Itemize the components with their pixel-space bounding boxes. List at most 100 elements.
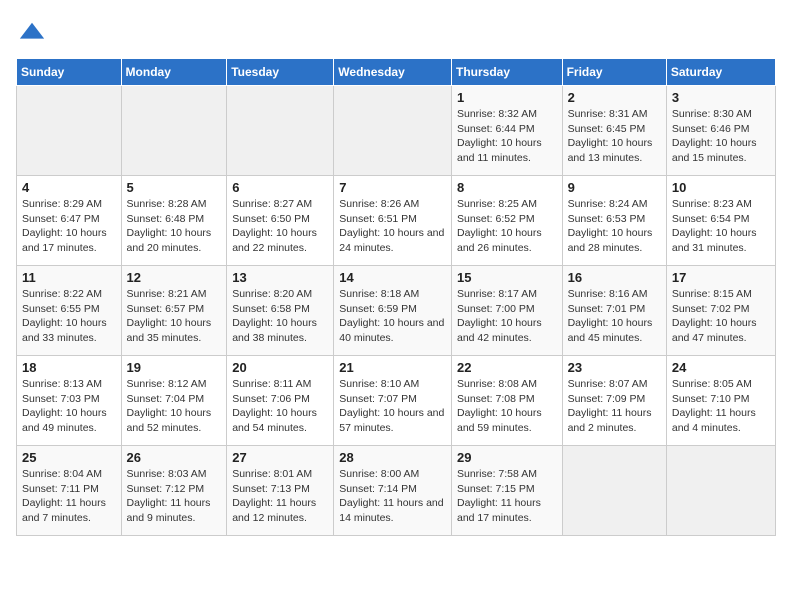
- day-info: Sunrise: 8:10 AM Sunset: 7:07 PM Dayligh…: [339, 377, 446, 436]
- day-info: Sunrise: 8:13 AM Sunset: 7:03 PM Dayligh…: [22, 377, 116, 436]
- day-number: 9: [568, 180, 661, 195]
- day-info: Sunrise: 8:03 AM Sunset: 7:12 PM Dayligh…: [127, 467, 222, 526]
- day-number: 13: [232, 270, 328, 285]
- day-info: Sunrise: 8:30 AM Sunset: 6:46 PM Dayligh…: [672, 107, 770, 166]
- header: [16, 16, 776, 48]
- day-info: Sunrise: 8:05 AM Sunset: 7:10 PM Dayligh…: [672, 377, 770, 436]
- day-cell: [227, 86, 334, 176]
- day-cell: 18 Sunrise: 8:13 AM Sunset: 7:03 PM Dayli…: [17, 356, 122, 446]
- day-number: 16: [568, 270, 661, 285]
- day-cell: 15Sunrise: 8:17 AM Sunset: 7:00 PM Dayli…: [451, 266, 562, 356]
- day-info: Sunrise: 8:20 AM Sunset: 6:58 PM Dayligh…: [232, 287, 328, 346]
- day-info: Sunrise: 8:00 AM Sunset: 7:14 PM Dayligh…: [339, 467, 446, 526]
- week-row-1: 4 Sunrise: 8:29 AM Sunset: 6:47 PM Daylig…: [17, 176, 776, 266]
- day-cell: 22 Sunrise: 8:08 AM Sunset: 7:08 PM Dayli…: [451, 356, 562, 446]
- day-number: 1: [457, 90, 557, 105]
- day-number: 6: [232, 180, 328, 195]
- day-cell: 25 Sunrise: 8:04 AM Sunset: 7:11 PM Dayli…: [17, 446, 122, 536]
- calendar-header: SundayMondayTuesdayWednesdayThursdayFrid…: [17, 59, 776, 86]
- day-info: Sunrise: 8:28 AM Sunset: 6:48 PM Dayligh…: [127, 197, 222, 256]
- day-info: Sunrise: 8:15 AM Sunset: 7:02 PM Dayligh…: [672, 287, 770, 346]
- day-info: Sunrise: 8:26 AM Sunset: 6:51 PM Dayligh…: [339, 197, 446, 256]
- day-cell: [666, 446, 775, 536]
- day-info: Sunrise: 8:12 AM Sunset: 7:04 PM Dayligh…: [127, 377, 222, 436]
- day-info: Sunrise: 8:25 AM Sunset: 6:52 PM Dayligh…: [457, 197, 557, 256]
- day-info: Sunrise: 8:21 AM Sunset: 6:57 PM Dayligh…: [127, 287, 222, 346]
- day-number: 25: [22, 450, 116, 465]
- day-info: Sunrise: 8:22 AM Sunset: 6:55 PM Dayligh…: [22, 287, 116, 346]
- logo-icon: [18, 20, 46, 48]
- day-number: 10: [672, 180, 770, 195]
- day-cell: [334, 86, 452, 176]
- day-info: Sunrise: 7:58 AM Sunset: 7:15 PM Dayligh…: [457, 467, 557, 526]
- day-cell: 11 Sunrise: 8:22 AM Sunset: 6:55 PM Dayli…: [17, 266, 122, 356]
- header-row: SundayMondayTuesdayWednesdayThursdayFrid…: [17, 59, 776, 86]
- day-info: Sunrise: 8:27 AM Sunset: 6:50 PM Dayligh…: [232, 197, 328, 256]
- header-cell-saturday: Saturday: [666, 59, 775, 86]
- day-cell: [562, 446, 666, 536]
- day-info: Sunrise: 8:24 AM Sunset: 6:53 PM Dayligh…: [568, 197, 661, 256]
- day-info: Sunrise: 8:08 AM Sunset: 7:08 PM Dayligh…: [457, 377, 557, 436]
- day-cell: 16 Sunrise: 8:16 AM Sunset: 7:01 PM Dayli…: [562, 266, 666, 356]
- day-number: 2: [568, 90, 661, 105]
- day-number: 22: [457, 360, 557, 375]
- day-cell: 12 Sunrise: 8:21 AM Sunset: 6:57 PM Dayli…: [121, 266, 227, 356]
- calendar-body: 1Sunrise: 8:32 AM Sunset: 6:44 PM Daylig…: [17, 86, 776, 536]
- day-number: 27: [232, 450, 328, 465]
- day-info: Sunrise: 8:01 AM Sunset: 7:13 PM Dayligh…: [232, 467, 328, 526]
- day-cell: 17 Sunrise: 8:15 AM Sunset: 7:02 PM Dayli…: [666, 266, 775, 356]
- day-number: 26: [127, 450, 222, 465]
- day-cell: [17, 86, 122, 176]
- day-cell: 8 Sunrise: 8:25 AM Sunset: 6:52 PM Daylig…: [451, 176, 562, 266]
- day-cell: 23 Sunrise: 8:07 AM Sunset: 7:09 PM Dayli…: [562, 356, 666, 446]
- day-cell: 14Sunrise: 8:18 AM Sunset: 6:59 PM Dayli…: [334, 266, 452, 356]
- day-info: Sunrise: 8:11 AM Sunset: 7:06 PM Dayligh…: [232, 377, 328, 436]
- logo: [16, 20, 46, 48]
- day-cell: 5 Sunrise: 8:28 AM Sunset: 6:48 PM Daylig…: [121, 176, 227, 266]
- day-number: 20: [232, 360, 328, 375]
- day-cell: 3 Sunrise: 8:30 AM Sunset: 6:46 PM Daylig…: [666, 86, 775, 176]
- day-cell: 21 Sunrise: 8:10 AM Sunset: 7:07 PM Dayli…: [334, 356, 452, 446]
- day-number: 12: [127, 270, 222, 285]
- week-row-0: 1Sunrise: 8:32 AM Sunset: 6:44 PM Daylig…: [17, 86, 776, 176]
- header-cell-friday: Friday: [562, 59, 666, 86]
- header-cell-thursday: Thursday: [451, 59, 562, 86]
- day-number: 24: [672, 360, 770, 375]
- header-cell-sunday: Sunday: [17, 59, 122, 86]
- day-number: 23: [568, 360, 661, 375]
- day-number: 15: [457, 270, 557, 285]
- day-cell: 26 Sunrise: 8:03 AM Sunset: 7:12 PM Dayli…: [121, 446, 227, 536]
- calendar-table: SundayMondayTuesdayWednesdayThursdayFrid…: [16, 58, 776, 536]
- day-number: 21: [339, 360, 446, 375]
- day-number: 11: [22, 270, 116, 285]
- day-cell: 10 Sunrise: 8:23 AM Sunset: 6:54 PM Dayli…: [666, 176, 775, 266]
- day-cell: [121, 86, 227, 176]
- day-cell: 29 Sunrise: 7:58 AM Sunset: 7:15 PM Dayli…: [451, 446, 562, 536]
- day-number: 7: [339, 180, 446, 195]
- day-info: Sunrise: 8:23 AM Sunset: 6:54 PM Dayligh…: [672, 197, 770, 256]
- day-cell: 19 Sunrise: 8:12 AM Sunset: 7:04 PM Dayli…: [121, 356, 227, 446]
- day-cell: 7 Sunrise: 8:26 AM Sunset: 6:51 PM Daylig…: [334, 176, 452, 266]
- day-cell: 9 Sunrise: 8:24 AM Sunset: 6:53 PM Daylig…: [562, 176, 666, 266]
- day-number: 3: [672, 90, 770, 105]
- day-number: 18: [22, 360, 116, 375]
- header-cell-wednesday: Wednesday: [334, 59, 452, 86]
- day-number: 19: [127, 360, 222, 375]
- day-number: 29: [457, 450, 557, 465]
- header-cell-monday: Monday: [121, 59, 227, 86]
- day-cell: 20 Sunrise: 8:11 AM Sunset: 7:06 PM Dayli…: [227, 356, 334, 446]
- day-cell: 13 Sunrise: 8:20 AM Sunset: 6:58 PM Dayli…: [227, 266, 334, 356]
- week-row-4: 25 Sunrise: 8:04 AM Sunset: 7:11 PM Dayli…: [17, 446, 776, 536]
- day-info: Sunrise: 8:07 AM Sunset: 7:09 PM Dayligh…: [568, 377, 661, 436]
- day-number: 4: [22, 180, 116, 195]
- day-cell: 24 Sunrise: 8:05 AM Sunset: 7:10 PM Dayli…: [666, 356, 775, 446]
- day-number: 14: [339, 270, 446, 285]
- day-number: 28: [339, 450, 446, 465]
- day-info: Sunrise: 8:04 AM Sunset: 7:11 PM Dayligh…: [22, 467, 116, 526]
- day-number: 17: [672, 270, 770, 285]
- day-cell: 6 Sunrise: 8:27 AM Sunset: 6:50 PM Daylig…: [227, 176, 334, 266]
- day-info: Sunrise: 8:29 AM Sunset: 6:47 PM Dayligh…: [22, 197, 116, 256]
- day-number: 8: [457, 180, 557, 195]
- day-info: Sunrise: 8:16 AM Sunset: 7:01 PM Dayligh…: [568, 287, 661, 346]
- day-number: 5: [127, 180, 222, 195]
